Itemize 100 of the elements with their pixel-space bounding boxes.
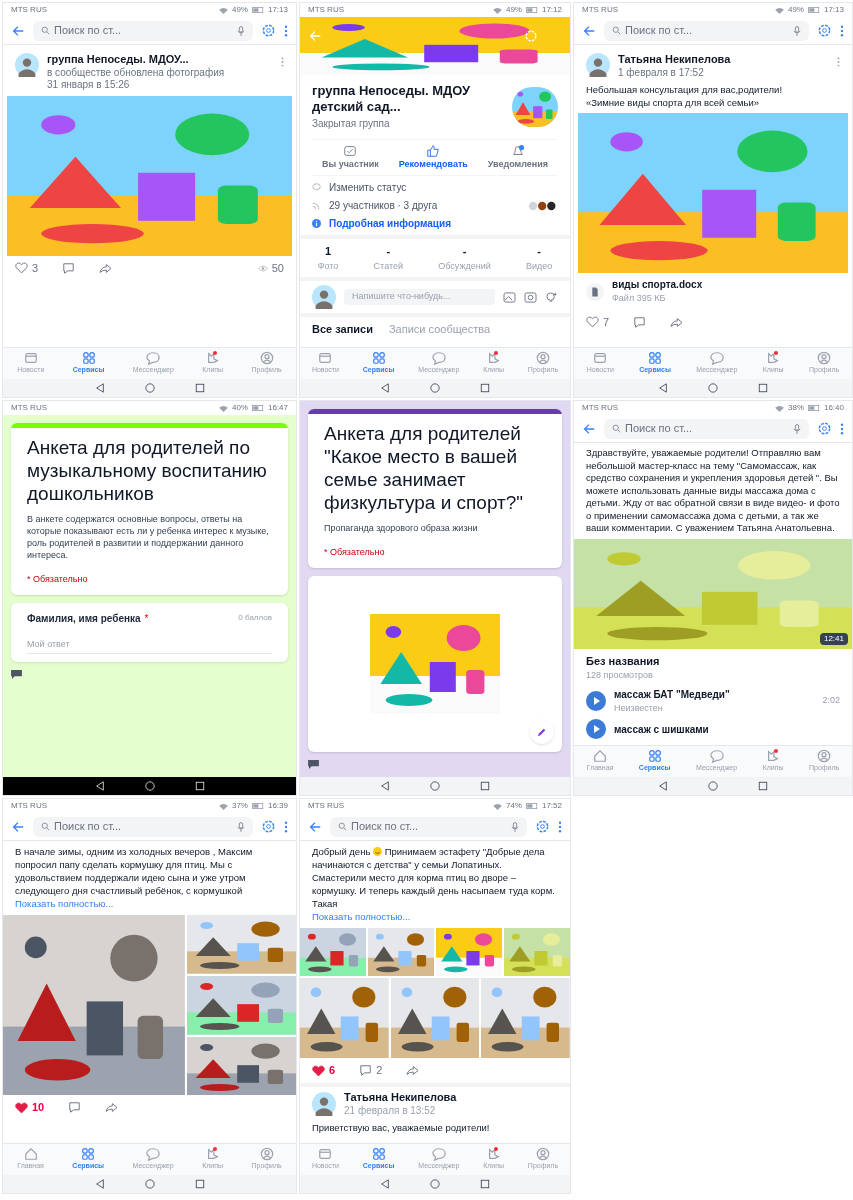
home-circle-icon[interactable] bbox=[144, 1179, 155, 1189]
back-arrow-icon[interactable] bbox=[308, 819, 322, 834]
home-circle-icon[interactable] bbox=[708, 781, 718, 791]
share-icon[interactable] bbox=[105, 1102, 119, 1113]
back-triangle-icon[interactable] bbox=[380, 1179, 390, 1189]
recent-apps-square-icon[interactable] bbox=[194, 383, 205, 393]
post-author[interactable]: Татьяна Некипелова bbox=[344, 1090, 457, 1105]
search-field[interactable]: Поиск по ст... bbox=[604, 418, 809, 439]
show-more-link[interactable]: Показать полностью... bbox=[300, 910, 570, 925]
back-arrow-icon[interactable] bbox=[11, 23, 25, 38]
share-icon[interactable] bbox=[670, 316, 684, 328]
comment-icon[interactable] bbox=[359, 1065, 373, 1076]
more-options-icon[interactable] bbox=[840, 422, 844, 435]
play-button-icon[interactable] bbox=[586, 719, 606, 739]
comment-icon[interactable] bbox=[62, 262, 76, 274]
settings-icon[interactable] bbox=[535, 819, 550, 834]
recent-apps-square-icon[interactable] bbox=[194, 1179, 205, 1189]
comment-icon[interactable] bbox=[68, 1102, 82, 1113]
more-options-icon[interactable] bbox=[840, 24, 844, 37]
microphone-icon[interactable] bbox=[237, 821, 245, 832]
group-action-button[interactable]: Уведомления bbox=[487, 143, 549, 171]
search-field[interactable]: Поиск по ст... bbox=[33, 816, 253, 837]
required-mark: * bbox=[144, 611, 149, 626]
group-action-button[interactable]: Вы участник bbox=[321, 143, 379, 171]
microphone-icon[interactable] bbox=[237, 25, 245, 36]
settings-icon[interactable] bbox=[261, 23, 276, 38]
microphone-icon[interactable] bbox=[793, 25, 801, 36]
home-circle-icon[interactable] bbox=[430, 383, 440, 393]
settings-icon[interactable] bbox=[817, 421, 832, 436]
battery-icon bbox=[525, 803, 538, 809]
lightbulb-icon[interactable] bbox=[545, 291, 558, 303]
microphone-icon[interactable] bbox=[793, 423, 801, 434]
edit-button[interactable] bbox=[530, 720, 554, 744]
post-author[interactable]: группа Непоседы. МДОУ... bbox=[47, 53, 273, 67]
answer-field[interactable]: Мой ответ bbox=[27, 637, 272, 654]
clips-icon bbox=[205, 1147, 220, 1162]
like-count: 3 bbox=[32, 260, 39, 276]
recent-apps-square-icon[interactable] bbox=[480, 1179, 490, 1189]
heart-icon[interactable] bbox=[15, 262, 28, 274]
settings-icon[interactable] bbox=[261, 819, 276, 834]
back-arrow-icon[interactable] bbox=[11, 819, 25, 834]
group-action-button[interactable]: Рекомендовать bbox=[398, 143, 468, 171]
question-label: Фамилия, имя ребенка bbox=[27, 611, 141, 626]
video-title[interactable]: Без названия bbox=[574, 648, 852, 669]
home-circle-icon[interactable] bbox=[430, 1179, 440, 1189]
comment-icon[interactable] bbox=[633, 316, 647, 328]
back-triangle-icon[interactable] bbox=[380, 383, 390, 393]
counter-label[interactable]: Видео bbox=[526, 259, 553, 273]
home-circle-icon[interactable] bbox=[144, 383, 155, 393]
post-action-text: в сообществе обновлена фотография bbox=[47, 66, 226, 80]
back-triangle-icon[interactable] bbox=[658, 383, 668, 393]
wifi-icon bbox=[492, 6, 502, 14]
recent-apps-square-icon[interactable] bbox=[480, 781, 490, 791]
show-more-link[interactable]: Показать полностью... bbox=[3, 897, 296, 912]
heart-icon[interactable] bbox=[586, 316, 599, 328]
post-date: 1 февраля в 17:52 bbox=[618, 66, 705, 80]
feed-tab[interactable]: Записи сообщества bbox=[388, 321, 491, 338]
share-icon[interactable] bbox=[99, 262, 113, 274]
back-triangle-icon[interactable] bbox=[94, 1179, 105, 1189]
heart-icon[interactable] bbox=[312, 1064, 325, 1077]
back-triangle-icon[interactable] bbox=[658, 781, 668, 791]
clips-icon bbox=[766, 749, 781, 764]
more-options-icon[interactable] bbox=[837, 57, 840, 67]
recent-apps-square-icon[interactable] bbox=[758, 383, 768, 393]
wifi-icon bbox=[218, 6, 228, 14]
home-circle-icon[interactable] bbox=[708, 383, 718, 393]
feed-tab[interactable]: Все записи bbox=[312, 321, 373, 338]
heart-icon[interactable] bbox=[15, 1101, 28, 1114]
counter-label[interactable]: Обсуждений bbox=[438, 259, 491, 273]
more-options-icon[interactable] bbox=[558, 820, 562, 833]
microphone-icon[interactable] bbox=[511, 821, 519, 832]
camera-icon[interactable] bbox=[524, 291, 537, 303]
feedback-icon[interactable] bbox=[308, 760, 319, 769]
change-status-link[interactable]: Изменить статус bbox=[329, 180, 407, 195]
back-arrow-icon[interactable] bbox=[582, 23, 596, 38]
back-arrow-icon[interactable] bbox=[582, 421, 596, 436]
more-options-icon[interactable] bbox=[284, 820, 288, 833]
back-triangle-icon[interactable] bbox=[94, 383, 105, 393]
more-options-icon[interactable] bbox=[284, 24, 288, 37]
newspaper-icon bbox=[318, 1147, 333, 1162]
share-icon[interactable] bbox=[406, 1065, 420, 1076]
more-options-icon[interactable] bbox=[281, 57, 284, 67]
feedback-icon[interactable] bbox=[11, 670, 22, 679]
counter-label[interactable]: Фото bbox=[317, 259, 339, 273]
search-field[interactable]: Поиск по ст... bbox=[330, 816, 527, 837]
recent-apps-square-icon[interactable] bbox=[480, 383, 490, 393]
back-triangle-icon[interactable] bbox=[380, 781, 390, 791]
play-button-icon[interactable] bbox=[586, 690, 606, 711]
file-name[interactable]: виды спорта.docx bbox=[612, 277, 703, 293]
post-author[interactable]: Татьяна Некипелова bbox=[618, 53, 829, 67]
recent-apps-square-icon[interactable] bbox=[758, 781, 768, 791]
image-icon[interactable] bbox=[503, 291, 516, 303]
home-circle-icon[interactable] bbox=[430, 781, 440, 791]
counter-label[interactable]: Статей bbox=[373, 259, 403, 273]
search-field[interactable]: Поиск по ст... bbox=[604, 20, 809, 41]
search-field[interactable]: Поиск по ст... bbox=[33, 20, 253, 41]
home-icon bbox=[593, 749, 608, 764]
composer-field[interactable]: Напишите что-нибудь... bbox=[344, 289, 495, 305]
settings-icon[interactable] bbox=[817, 23, 832, 38]
details-link[interactable]: Подробная информация bbox=[329, 216, 451, 231]
